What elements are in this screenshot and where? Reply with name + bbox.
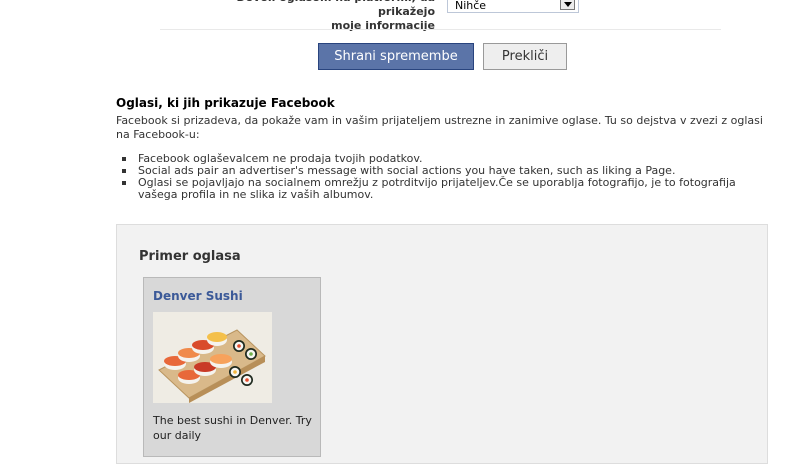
audience-select-value: Nihče — [455, 0, 487, 12]
example-ad-title: Primer oglasa — [139, 249, 241, 264]
list-item: Oglasi se pojavljajo na socialnem omrežj… — [118, 177, 758, 201]
chevron-down-icon[interactable] — [560, 0, 575, 10]
ads-section-description: Facebook si prizadeva, da pokaže vam in … — [116, 114, 763, 141]
divider — [160, 29, 721, 30]
privacy-row-label-line1: Dovoli oglasom na platformi, da prikažej… — [236, 0, 435, 18]
bullet-icon — [122, 169, 126, 173]
bullet-icon — [122, 181, 126, 185]
ad-body-text: The best sushi in Denver. Try our daily — [153, 414, 312, 442]
save-changes-button[interactable]: Shrani spremembe — [318, 43, 474, 70]
bullet-icon — [122, 157, 126, 161]
ads-section-title: Oglasi, ki jih prikazuje Facebook — [116, 96, 335, 110]
privacy-row-label-line2: moje informacije — [331, 19, 435, 32]
cancel-button[interactable]: Prekliči — [483, 43, 567, 70]
ads-facts-list: Facebook oglaševalcem ne prodaja tvojih … — [118, 153, 758, 201]
audience-select[interactable]: Nihče — [447, 0, 579, 13]
ad-name-link[interactable]: Denver Sushi — [153, 289, 243, 303]
sushi-photo-icon[interactable] — [153, 312, 272, 403]
